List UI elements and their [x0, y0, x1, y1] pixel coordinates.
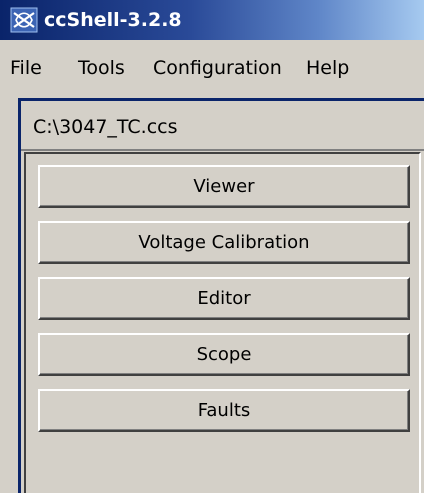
faults-button[interactable]: Faults [38, 389, 410, 432]
file-path: C:\3047_TC.ccs [33, 116, 178, 138]
scope-button[interactable]: Scope [38, 333, 410, 376]
file-path-bar: C:\3047_TC.ccs [21, 101, 424, 151]
menu-bar: File Tools Configuration Help [0, 40, 424, 92]
app-window: ccShell-3.2.8 File Tools Configuration H… [0, 0, 424, 493]
voltage-calibration-button[interactable]: Voltage Calibration [38, 221, 410, 264]
menu-tools[interactable]: Tools [78, 56, 125, 80]
menu-help[interactable]: Help [306, 56, 349, 80]
viewer-button[interactable]: Viewer [38, 165, 410, 208]
title-bar[interactable]: ccShell-3.2.8 [0, 0, 424, 40]
ccshell-app-icon[interactable] [10, 7, 38, 33]
menu-configuration[interactable]: Configuration [153, 56, 282, 80]
menu-file[interactable]: File [10, 56, 42, 80]
window-title: ccShell-3.2.8 [44, 9, 182, 31]
editor-button[interactable]: Editor [38, 277, 410, 320]
